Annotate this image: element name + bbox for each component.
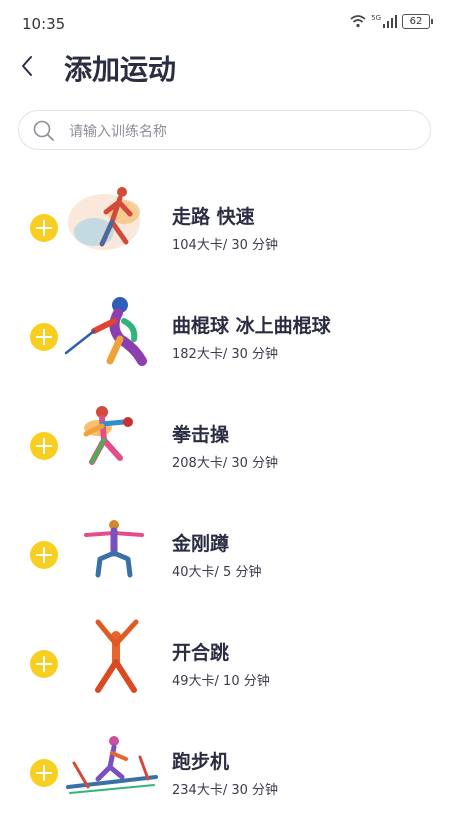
page-title: 添加运动 <box>64 53 177 86</box>
item-name: 拳击操 <box>172 424 230 446</box>
status-bar: 10:35 5G 62 <box>0 0 450 46</box>
item-calories: 49大卡/ 10 分钟 <box>172 674 270 689</box>
add-button[interactable] <box>30 432 58 460</box>
chevron-left-icon <box>22 56 32 76</box>
list-item[interactable]: 拳击操 208大卡/ 30 分钟 <box>0 388 450 496</box>
list-item[interactable]: 走路 快速 104大卡/ 30 分钟 <box>0 170 450 278</box>
item-calories: 234大卡/ 30 分钟 <box>172 783 278 798</box>
wifi-icon <box>350 15 366 28</box>
item-name: 曲棍球 冰上曲棍球 <box>172 315 331 337</box>
item-calories: 40大卡/ 5 分钟 <box>172 565 262 580</box>
back-button[interactable] <box>20 46 48 86</box>
search-box[interactable] <box>18 110 431 150</box>
search-icon <box>33 120 54 141</box>
signal-icon <box>383 15 397 28</box>
jumping-jack-figure-image <box>95 619 139 693</box>
walking-figure-image <box>68 187 140 250</box>
list-item[interactable]: 金刚蹲 40大卡/ 5 分钟 <box>0 497 450 605</box>
item-calories: 104大卡/ 30 分钟 <box>172 238 278 253</box>
status-icons: 5G 62 <box>350 14 433 29</box>
hockey-figure-image <box>64 297 147 366</box>
list-item[interactable]: 曲棍球 冰上曲棍球 182大卡/ 30 分钟 <box>0 279 450 387</box>
add-button[interactable] <box>30 650 58 678</box>
item-name: 开合跳 <box>172 642 230 664</box>
list-item[interactable]: 跑步机 234大卡/ 30 分钟 <box>0 715 450 823</box>
add-button[interactable] <box>30 759 58 787</box>
squat-figure-image <box>84 520 144 578</box>
search-input[interactable] <box>67 119 411 145</box>
header: 添加运动 <box>0 46 450 88</box>
status-time: 10:35 <box>22 15 66 33</box>
add-button[interactable] <box>30 541 58 569</box>
network-label: 5G <box>371 14 381 22</box>
item-calories: 182大卡/ 30 分钟 <box>172 347 278 362</box>
item-name: 走路 快速 <box>172 206 255 228</box>
battery-icon: 62 <box>402 14 433 29</box>
item-calories: 208大卡/ 30 分钟 <box>172 456 278 471</box>
add-button[interactable] <box>30 323 58 351</box>
item-name: 金刚蹲 <box>172 533 230 555</box>
treadmill-figure-image <box>66 736 158 794</box>
item-name: 跑步机 <box>172 751 230 773</box>
add-button[interactable] <box>30 214 58 242</box>
list-item[interactable]: 开合跳 49大卡/ 10 分钟 <box>0 606 450 714</box>
boxing-figure-image <box>83 406 133 465</box>
